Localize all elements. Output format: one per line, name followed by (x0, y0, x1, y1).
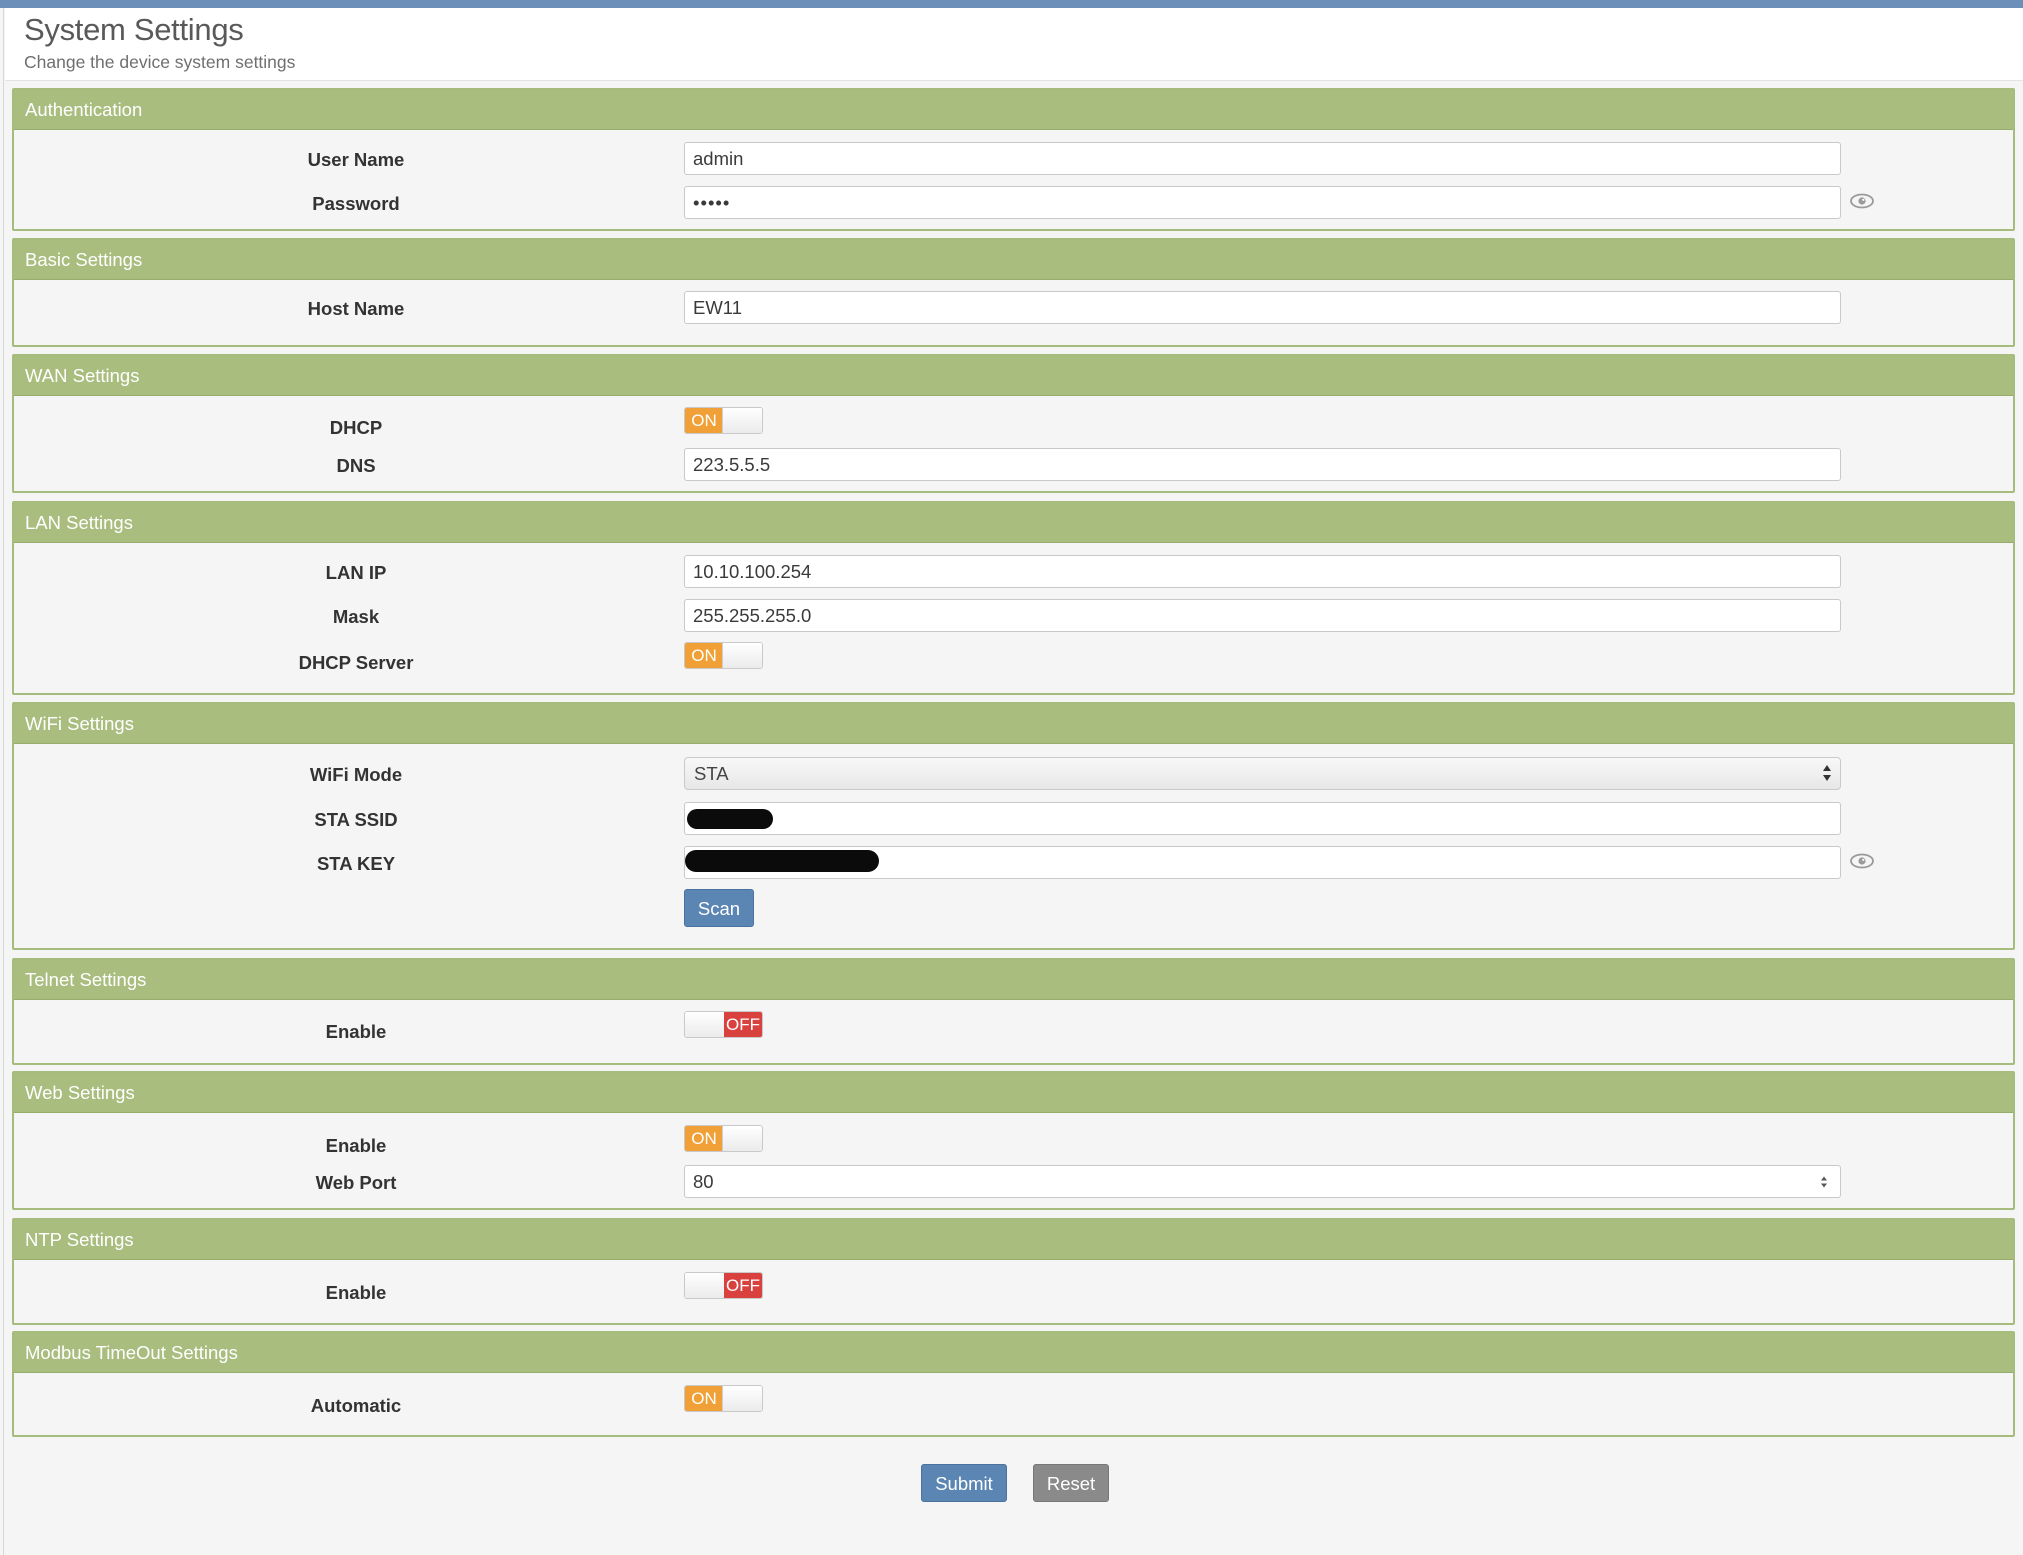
toggle-off-label: OFF (724, 1012, 762, 1037)
eye-icon[interactable] (1849, 851, 1875, 871)
web-port-value: 80 (693, 1171, 714, 1192)
wan-settings-panel: WAN Settings DHCP ON DNS (12, 354, 2015, 493)
web-enable-label: Enable (325, 1135, 387, 1156)
password-row: Password ••••• (14, 186, 2013, 222)
username-label: User Name (307, 149, 405, 170)
sta-key-row: STA KEY (14, 846, 2013, 882)
page-header: System Settings Change the device system… (5, 8, 2023, 81)
username-row: User Name (14, 142, 2013, 178)
panel-heading: LAN Settings (14, 503, 2013, 543)
sta-key-label: STA KEY (316, 853, 396, 874)
panel-heading: Web Settings (14, 1073, 2013, 1113)
toggle-knob (685, 1012, 725, 1037)
toggle-knob (722, 1386, 762, 1411)
dhcp-server-label: DHCP Server (298, 652, 414, 673)
wifi-mode-value: STA (694, 763, 729, 784)
ntp-enable-label: Enable (325, 1282, 387, 1303)
dhcp-toggle[interactable]: ON (684, 407, 763, 434)
reset-button[interactable]: Reset (1033, 1464, 1109, 1502)
toggle-knob (722, 408, 762, 433)
spinner-icon[interactable] (1820, 1175, 1828, 1189)
redaction-mark (685, 850, 879, 872)
modbus-automatic-label: Automatic (310, 1395, 402, 1416)
wifi-mode-label: WiFi Mode (309, 764, 403, 785)
toggle-off-label: OFF (724, 1273, 762, 1298)
dns-input[interactable] (684, 448, 1841, 481)
toggle-knob (685, 1273, 725, 1298)
eye-icon[interactable] (1849, 191, 1875, 211)
wifi-mode-row: WiFi Mode STA (14, 757, 2013, 793)
basic-settings-panel: Basic Settings Host Name (12, 238, 2015, 347)
mask-row: Mask (14, 599, 2013, 635)
ntp-enable-row: Enable OFF (14, 1272, 2013, 1308)
lan-ip-input[interactable] (684, 555, 1841, 588)
sta-ssid-input[interactable] (684, 802, 1841, 835)
dns-label: DNS (336, 455, 376, 476)
hostname-row: Host Name (14, 291, 2013, 327)
toggle-on-label: ON (685, 1126, 723, 1151)
telnet-enable-row: Enable OFF (14, 1011, 2013, 1047)
modbus-automatic-row: Automatic ON (14, 1385, 2013, 1421)
modbus-timeout-panel: Modbus TimeOut Settings Automatic ON (12, 1331, 2015, 1437)
authentication-panel: Authentication User Name Password ••••• (12, 88, 2015, 231)
toggle-on-label: ON (685, 1386, 723, 1411)
telnet-settings-panel: Telnet Settings Enable OFF (12, 958, 2015, 1065)
submit-button[interactable]: Submit (921, 1464, 1007, 1502)
web-enable-toggle[interactable]: ON (684, 1125, 763, 1152)
mask-input[interactable] (684, 599, 1841, 632)
lan-settings-panel: LAN Settings LAN IP Mask DHCP Server ON (12, 501, 2015, 695)
telnet-enable-toggle[interactable]: OFF (684, 1011, 763, 1038)
panel-heading: Modbus TimeOut Settings (14, 1333, 2013, 1373)
dhcp-row: DHCP ON (14, 407, 2013, 443)
toggle-on-label: ON (685, 643, 723, 668)
telnet-enable-label: Enable (325, 1021, 387, 1042)
dhcp-label: DHCP (329, 417, 383, 438)
ntp-settings-panel: NTP Settings Enable OFF (12, 1218, 2015, 1325)
modbus-automatic-toggle[interactable]: ON (684, 1385, 763, 1412)
panel-heading: Telnet Settings (14, 960, 2013, 1000)
redaction-mark (687, 809, 773, 829)
page-title: System Settings (24, 12, 244, 47)
password-label: Password (312, 193, 400, 214)
username-input[interactable] (684, 142, 1841, 175)
hostname-input[interactable] (684, 291, 1841, 324)
wifi-settings-panel: WiFi Settings WiFi Mode STA STA SSID STA… (12, 702, 2015, 950)
panel-heading: Basic Settings (14, 240, 2013, 280)
sta-ssid-row: STA SSID (14, 802, 2013, 838)
toggle-knob (722, 1126, 762, 1151)
hostname-label: Host Name (307, 298, 405, 319)
web-port-label: Web Port (315, 1172, 397, 1193)
lan-ip-label: LAN IP (325, 562, 387, 583)
top-accent-bar (0, 0, 2023, 8)
panel-heading: WAN Settings (14, 356, 2013, 396)
ntp-enable-toggle[interactable]: OFF (684, 1272, 763, 1299)
password-input[interactable]: ••••• (684, 186, 1841, 219)
page-subtitle: Change the device system settings (24, 52, 296, 72)
sta-ssid-label: STA SSID (314, 809, 398, 830)
sta-key-input[interactable] (684, 846, 1841, 879)
panel-heading: Authentication (14, 90, 2013, 130)
dhcp-server-row: DHCP Server ON (14, 642, 2013, 678)
web-port-row: Web Port 80 (14, 1165, 2013, 1201)
dns-row: DNS (14, 448, 2013, 484)
web-port-input[interactable]: 80 (684, 1165, 1841, 1198)
left-divider (3, 8, 4, 1555)
toggle-on-label: ON (685, 408, 723, 433)
web-settings-panel: Web Settings Enable ON Web Port 80 (12, 1071, 2015, 1210)
panel-heading: NTP Settings (14, 1220, 2013, 1260)
mask-label: Mask (332, 606, 380, 627)
chevron-updown-icon (1823, 765, 1831, 781)
scan-button[interactable]: Scan (684, 889, 754, 927)
dhcp-server-toggle[interactable]: ON (684, 642, 763, 669)
panel-heading: WiFi Settings (14, 704, 2013, 744)
toggle-knob (722, 643, 762, 668)
lan-ip-row: LAN IP (14, 555, 2013, 591)
web-enable-row: Enable ON (14, 1125, 2013, 1161)
wifi-mode-select[interactable]: STA (684, 757, 1841, 790)
